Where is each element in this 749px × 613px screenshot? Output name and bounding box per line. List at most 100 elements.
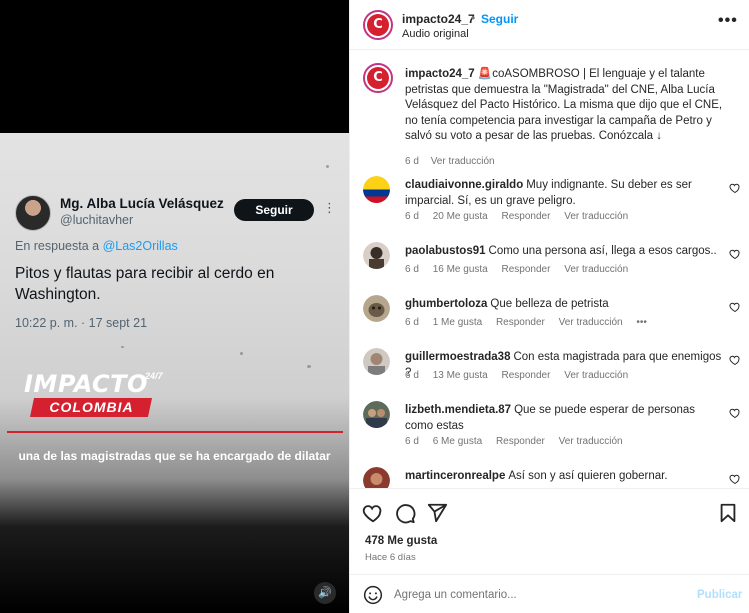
comment-username[interactable]: paolabustos91 xyxy=(405,245,486,257)
comment-like-heart-icon[interactable] xyxy=(729,182,741,194)
save-bookmark-icon[interactable] xyxy=(717,502,739,524)
comment-meta: 6 d 13 Me gusta Responder Ver traducción xyxy=(405,370,639,381)
tweet-follow-button: Seguir xyxy=(234,199,314,221)
volume-icon[interactable]: 🔊 xyxy=(314,582,336,604)
caption-meta: 6 d Ver traducción xyxy=(405,156,504,167)
comment-item: lizbeth.mendieta.87 Que se puede esperar … xyxy=(350,401,749,449)
caption-translate-link[interactable]: Ver traducción xyxy=(431,156,495,167)
comments-list[interactable]: C impacto24_7 🚨coASOMBROSO | El lenguaje… xyxy=(350,51,749,488)
comment-age: 6 d xyxy=(405,264,419,275)
comment-likes[interactable]: 20 Me gusta xyxy=(433,211,488,222)
account-avatar-glyph: C xyxy=(367,14,389,36)
comment-text-block: claudiaivonne.giraldo Muy indignante. Su … xyxy=(405,178,725,209)
comment-translate-link[interactable]: Ver traducción xyxy=(564,370,628,381)
comment-text: Como una persona así, llega a esos cargo… xyxy=(488,245,717,257)
dust-speck xyxy=(307,365,311,368)
comment-bubble-icon[interactable] xyxy=(394,502,416,524)
follow-button[interactable]: Seguir xyxy=(481,12,518,26)
comment-username[interactable]: ghumbertoloza xyxy=(405,298,487,310)
post-actions: 478 Me gusta Hace 6 días xyxy=(350,488,749,573)
logo-sub-text: COLOMBIA xyxy=(49,399,134,415)
like-heart-icon[interactable] xyxy=(362,502,384,524)
comment-likes[interactable]: 1 Me gusta xyxy=(433,317,482,328)
original-audio-link[interactable]: Audio original xyxy=(402,28,469,40)
comment-reply-button[interactable]: Responder xyxy=(502,211,551,222)
tweet-reply-prefix: En respuesta a xyxy=(15,239,103,253)
user-photo-avatar-icon xyxy=(363,348,390,375)
dust-speck xyxy=(121,346,124,348)
comment-avatar[interactable] xyxy=(363,242,390,269)
comment-more-icon[interactable]: ••• xyxy=(636,317,647,328)
comment-like-heart-icon[interactable] xyxy=(729,354,741,366)
reel-video[interactable]: Mg. Alba Lucía Velásquez @luchitavher Se… xyxy=(0,0,349,613)
comment-text: Que belleza de petrista xyxy=(490,298,609,310)
impacto-colombia-logo: IMPACTO 24/7 COLOMBIA xyxy=(24,370,163,417)
post-time-ago: Hace 6 días xyxy=(365,552,416,563)
comment-like-heart-icon[interactable] xyxy=(729,407,741,419)
subtitle-divider xyxy=(7,431,343,433)
comment-input[interactable] xyxy=(394,583,684,607)
comment-reply-button[interactable]: Responder xyxy=(496,436,545,447)
comment-age: 6 d xyxy=(405,317,419,328)
tweet-reply-mention: @Las2Orillas xyxy=(102,239,178,253)
header-username[interactable]: impacto24_7 xyxy=(402,12,475,26)
comment-avatar[interactable] xyxy=(363,348,390,375)
post-header: C impacto24_7 • Seguir Audio original ••… xyxy=(350,0,749,50)
comment-like-heart-icon[interactable] xyxy=(729,301,741,313)
comment-age: 6 d xyxy=(405,211,419,222)
user-photo-avatar-icon xyxy=(363,467,390,488)
comment-meta: 6 d 16 Me gusta Responder Ver traducción xyxy=(405,264,639,275)
comment-text-block: lizbeth.mendieta.87 Que se puede esperar … xyxy=(405,403,725,434)
comment-age: 6 d xyxy=(405,370,419,381)
comment-likes[interactable]: 16 Me gusta xyxy=(433,264,488,275)
caption-avatar[interactable]: C xyxy=(363,63,393,93)
group-photo-avatar-icon xyxy=(363,401,390,428)
video-subtitle: una de las magistradas que se ha encarga… xyxy=(18,449,331,463)
comment-username[interactable]: claudiaivonne.giraldo xyxy=(405,179,523,191)
comment-username[interactable]: martinceronrealpe xyxy=(405,470,505,482)
comment-avatar[interactable] xyxy=(363,295,390,322)
comment-meta: 6 d 1 Me gusta Responder Ver traducción … xyxy=(405,317,658,328)
comment-text-block: paolabustos91 Como una persona así, llega… xyxy=(405,244,725,260)
post-panel: C impacto24_7 • Seguir Audio original ••… xyxy=(349,0,749,613)
publish-button[interactable]: Publicar xyxy=(697,589,742,601)
colombia-flag-avatar-icon xyxy=(363,176,390,203)
logo-main-text: IMPACTO xyxy=(24,370,148,398)
comment-username[interactable]: lizbeth.mendieta.87 xyxy=(405,404,511,416)
tweet-author-handle: @luchitavher xyxy=(60,213,134,227)
comment-like-heart-icon[interactable] xyxy=(729,473,741,485)
comment-likes[interactable]: 6 Me gusta xyxy=(433,436,482,447)
user-photo-avatar-icon xyxy=(363,242,390,269)
comment-text-block: martinceronrealpe Así son y así quieren g… xyxy=(405,469,725,485)
dust-speck xyxy=(240,352,243,355)
comment-item: paolabustos91 Como una persona así, llega… xyxy=(350,242,749,290)
comment-translate-link[interactable]: Ver traducción xyxy=(564,264,628,275)
comment-reply-button[interactable]: Responder xyxy=(502,370,551,381)
caption-text-block: impacto24_7 🚨coASOMBROSO | El lenguaje y… xyxy=(405,67,735,145)
comment-like-heart-icon[interactable] xyxy=(729,248,741,260)
more-options-icon[interactable]: ••• xyxy=(718,12,738,30)
comment-username[interactable]: guillermoestrada38 xyxy=(405,351,510,363)
tweet-more-icon: ⋮ xyxy=(323,200,336,215)
emoji-smiley-icon[interactable] xyxy=(363,585,383,605)
comment-avatar[interactable] xyxy=(363,176,390,203)
caption-age: 6 d xyxy=(405,156,419,167)
likes-count[interactable]: 478 Me gusta xyxy=(365,535,437,547)
comment-translate-link[interactable]: Ver traducción xyxy=(559,317,623,328)
comment-reply-button[interactable]: Responder xyxy=(502,264,551,275)
logo-sup-text: 24/7 xyxy=(145,371,163,381)
tweet-avatar xyxy=(15,195,51,231)
comment-text: Así son y así quieren gobernar. xyxy=(508,470,668,482)
dog-photo-avatar-icon xyxy=(363,295,390,322)
comment-translate-link[interactable]: Ver traducción xyxy=(559,436,623,447)
comment-avatar[interactable] xyxy=(363,467,390,488)
account-avatar[interactable]: C xyxy=(363,10,393,40)
comment-item: guillermoestrada38 Con esta magistrada pa… xyxy=(350,348,749,396)
comment-likes[interactable]: 13 Me gusta xyxy=(433,370,488,381)
share-paper-plane-icon[interactable] xyxy=(426,502,448,524)
comment-reply-button[interactable]: Responder xyxy=(496,317,545,328)
comment-translate-link[interactable]: Ver traducción xyxy=(564,211,628,222)
comment-text-block: ghumbertoloza Que belleza de petrista xyxy=(405,297,725,313)
caption-username[interactable]: impacto24_7 xyxy=(405,68,475,80)
comment-avatar[interactable] xyxy=(363,401,390,428)
